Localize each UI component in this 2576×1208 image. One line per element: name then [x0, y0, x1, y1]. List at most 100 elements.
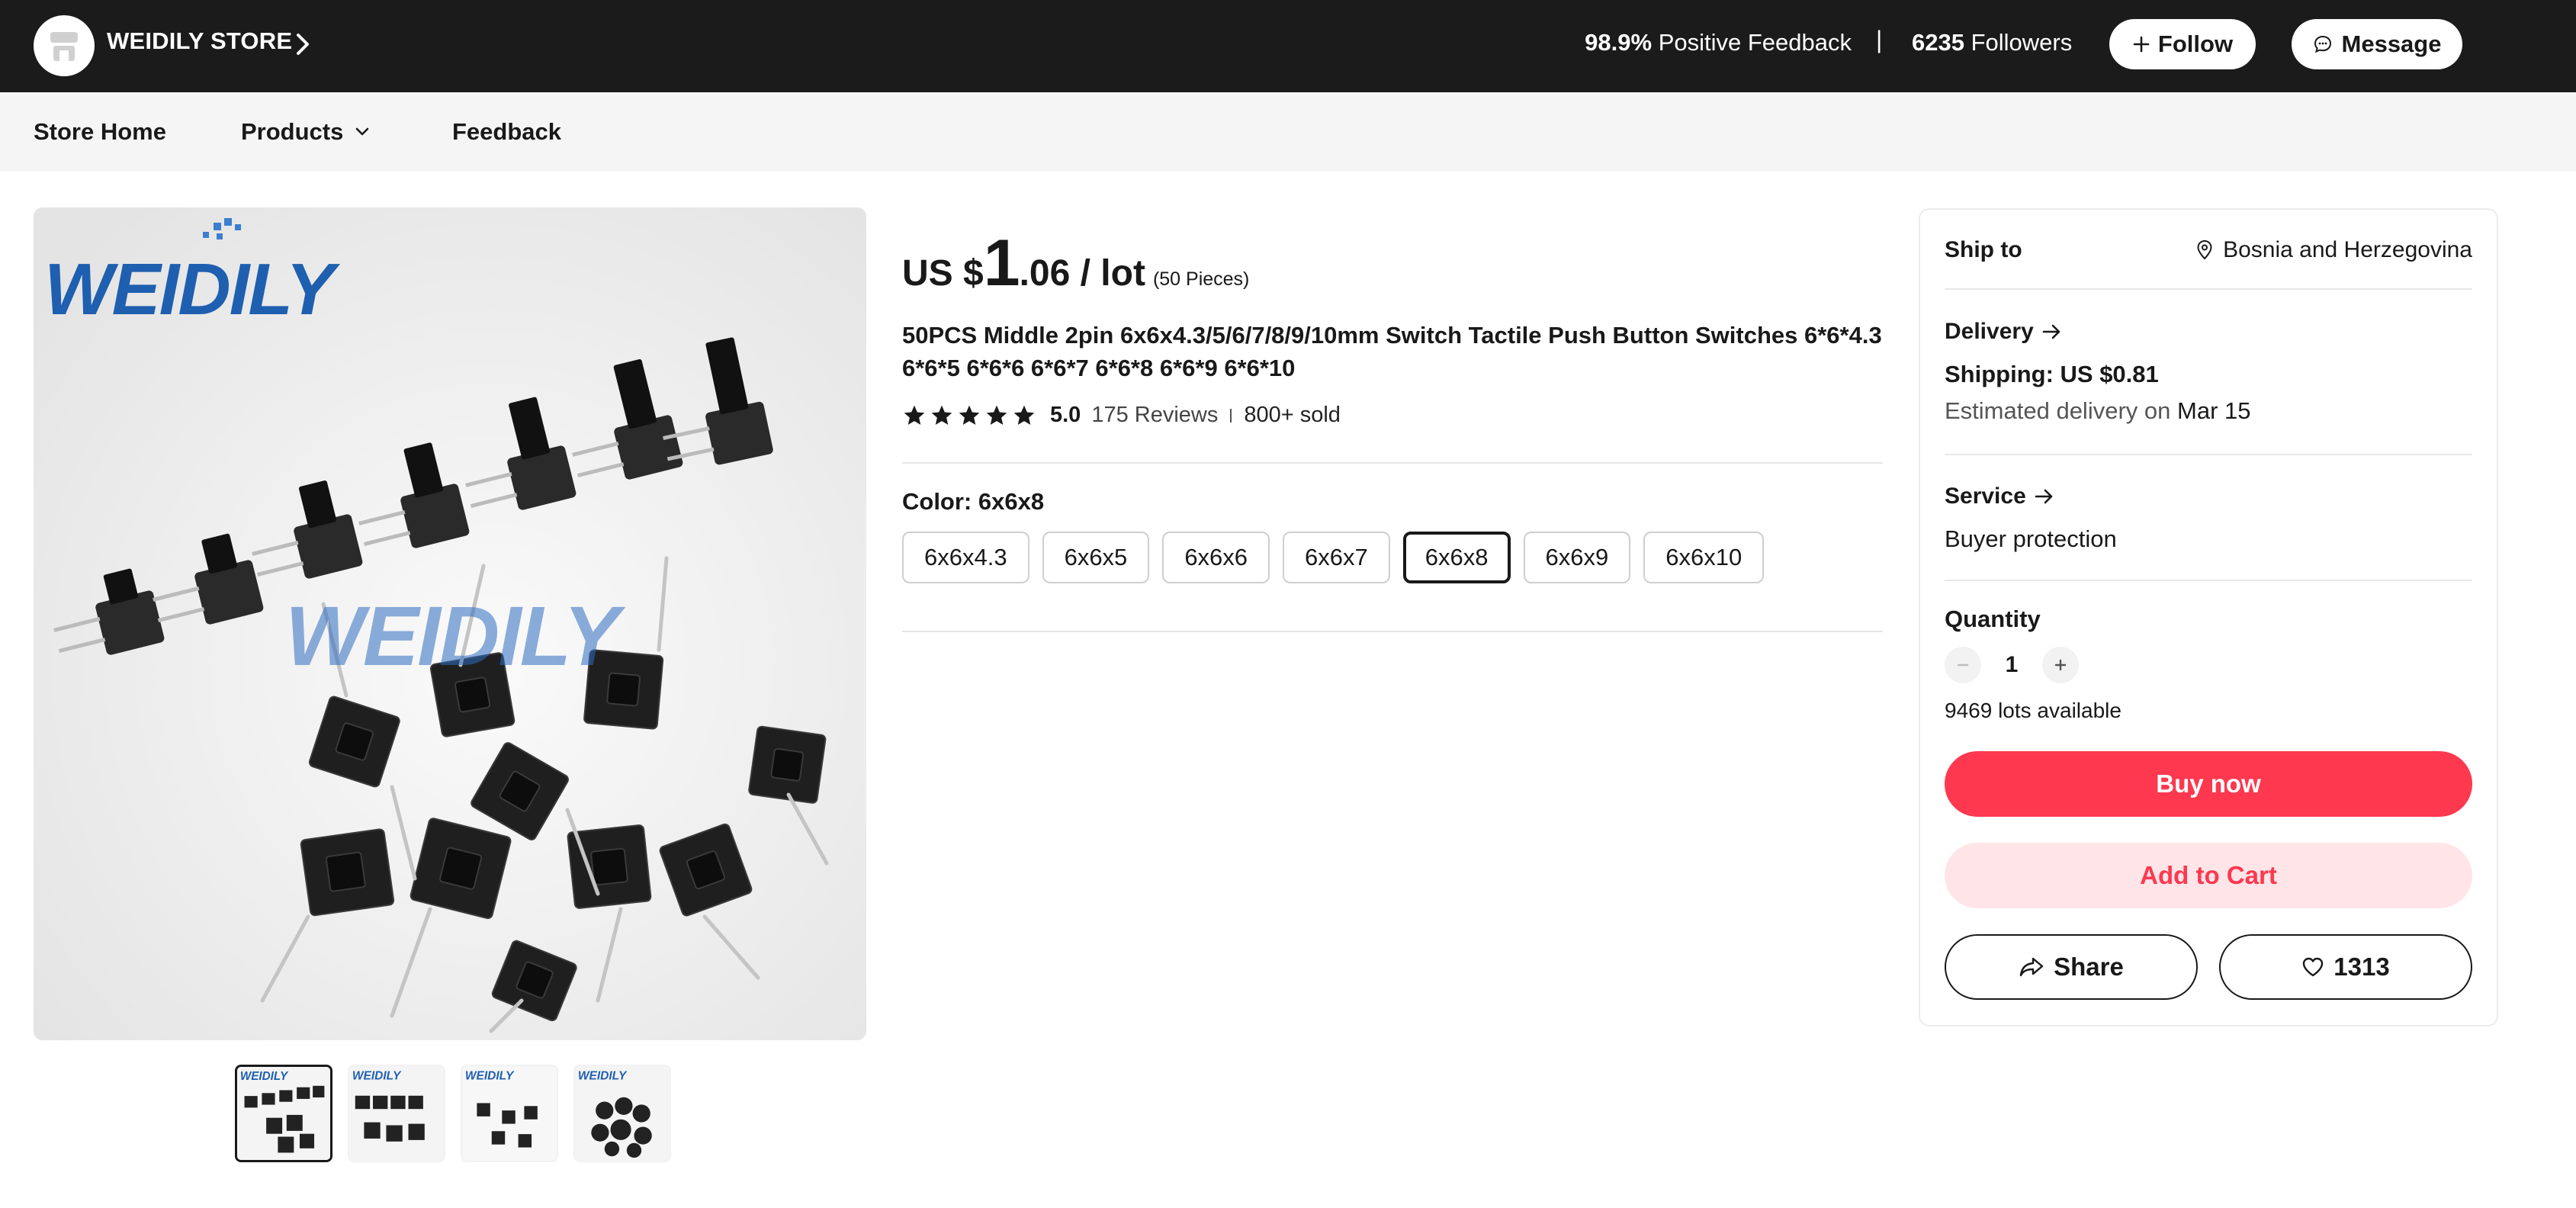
price-pieces-note: (50 Pieces): [1152, 268, 1250, 290]
estimated-delivery: Estimated delivery on Mar 15: [1945, 397, 2250, 425]
rating-score: 5.0: [1050, 403, 1081, 427]
nav-feedback[interactable]: Feedback: [452, 118, 561, 146]
chevron-down-icon: [356, 127, 369, 136]
header-separator: |: [1876, 26, 1883, 53]
follow-button[interactable]: Follow: [2109, 19, 2256, 69]
purchase-panel: Ship to Bosnia and Herzegovina Delivery …: [1919, 208, 2498, 1026]
svg-text:WEIDILY: WEIDILY: [465, 1069, 515, 1082]
option-6x6x7[interactable]: 6x6x7: [1283, 532, 1390, 583]
service-link[interactable]: Service: [1945, 484, 2055, 509]
followers-count: 6235: [1912, 29, 1964, 56]
option-6x6x4-3[interactable]: 6x6x4.3: [902, 532, 1029, 583]
option-6x6x9[interactable]: 6x6x9: [1523, 532, 1631, 583]
wishlist-button[interactable]: 1313: [2219, 934, 2472, 1000]
svg-text:WEIDILY: WEIDILY: [352, 1069, 402, 1082]
chevron-right-icon[interactable]: [293, 29, 314, 59]
star-icon: [904, 405, 925, 425]
plus-icon: [2133, 36, 2150, 53]
store-header: WEIDILY STORE 98.9% Positive Feedback | …: [0, 0, 2576, 92]
thumbnail-4[interactable]: WEIDILY: [573, 1065, 671, 1162]
product-title: 50PCS Middle 2pin 6x6x4.3/5/6/7/8/9/10mm…: [902, 322, 1882, 381]
store-logo[interactable]: [34, 15, 95, 76]
star-icon: [986, 405, 1007, 425]
sold-count: 800+ sold: [1244, 403, 1341, 427]
nav-products[interactable]: Products: [241, 118, 371, 146]
quantity-increase-button[interactable]: [2042, 647, 2079, 683]
nav-store-home[interactable]: Store Home: [34, 118, 166, 146]
delivery-link[interactable]: Delivery: [1945, 319, 2063, 345]
star-icon: [1013, 405, 1035, 425]
thumbnail-image: WEIDILY: [237, 1067, 330, 1160]
product-price: US $1.06 / lot (50 Pieces): [902, 226, 1249, 301]
thumbnail-image: WEIDILY: [575, 1066, 670, 1161]
option-6x6x10[interactable]: 6x6x10: [1643, 532, 1765, 583]
price-currency: US $: [902, 253, 984, 294]
divider: [902, 631, 1883, 632]
thumbnail-image: WEIDILY: [349, 1066, 444, 1161]
option-label: 6x6x10: [1665, 544, 1742, 570]
option-label: 6x6x6: [1184, 544, 1248, 570]
wishlist-count: 1313: [2333, 953, 2390, 981]
plus-icon: [2054, 659, 2067, 671]
message-button[interactable]: Message: [2292, 19, 2462, 69]
brand-logo-text: WEIDILY: [44, 249, 341, 330]
lots-available: 9469 lots available: [1945, 699, 2122, 722]
share-arrow-icon: [2019, 957, 2044, 977]
store-avatar-icon: [50, 32, 78, 61]
nav-products-label: Products: [241, 118, 344, 145]
chat-bubble-icon: [2314, 35, 2331, 53]
share-button[interactable]: Share: [1945, 934, 2198, 1000]
product-photo: WEIDILY WEIDILY: [34, 207, 866, 1040]
service-label: Service: [1945, 484, 2026, 509]
ship-to-label: Ship to: [1945, 237, 2022, 262]
feedback-percent: 98.9%: [1585, 29, 1653, 56]
followers: 6235 Followers: [1912, 29, 2072, 56]
option-label: 6x6x9: [1545, 544, 1609, 570]
quantity-decrease-button[interactable]: [1945, 647, 1981, 683]
ship-to-location-text: Bosnia and Herzegovina: [2223, 237, 2472, 262]
est-prefix: Estimated delivery on: [1945, 397, 2171, 424]
store-nav: Store Home Products Feedback: [0, 92, 2576, 172]
thumbnail-2[interactable]: WEIDILY: [348, 1065, 445, 1162]
option-label: 6x6x8: [1425, 544, 1489, 570]
svg-text:WEIDILY: WEIDILY: [240, 1070, 289, 1083]
thumbnail-3[interactable]: WEIDILY: [461, 1065, 558, 1162]
followers-label: Followers: [1971, 29, 2073, 56]
svg-text:WEIDILY: WEIDILY: [285, 590, 626, 683]
main-product-image[interactable]: WEIDILY WEIDILY: [34, 207, 866, 1040]
reviews-link[interactable]: 175 Reviews: [1091, 403, 1218, 428]
quantity-stepper: 1: [1945, 647, 2079, 683]
thumbnail-1[interactable]: WEIDILY: [235, 1065, 332, 1162]
option-label: 6x6x7: [1305, 544, 1368, 570]
est-date: Mar 15: [2177, 397, 2251, 424]
shipping-cost: Shipping: US $0.81: [1945, 361, 2159, 387]
buyer-protection: Buyer protection: [1945, 525, 2117, 552]
panel-divider: [1945, 288, 2472, 290]
option-6x6x5[interactable]: 6x6x5: [1042, 532, 1150, 583]
buy-now-button[interactable]: Buy now: [1945, 751, 2472, 817]
option-6x6x6[interactable]: 6x6x6: [1162, 532, 1270, 583]
share-label: Share: [2054, 953, 2124, 981]
option-6x6x8[interactable]: 6x6x8: [1402, 532, 1511, 583]
nav-feedback-label: Feedback: [452, 118, 562, 145]
ship-to-location[interactable]: Bosnia and Herzegovina: [2195, 237, 2472, 263]
quantity-label: Quantity: [1945, 606, 2041, 632]
rating-row: 5.0 175 Reviews 800+ sold: [902, 403, 1341, 428]
thumbnail-strip: WEIDILY WEIDILY WEIDILY WEIDILY: [235, 1065, 671, 1162]
option-label: 6x6x4.3: [924, 544, 1007, 570]
star-rating[interactable]: [902, 403, 1036, 428]
add-to-cart-button[interactable]: Add to Cart: [1945, 843, 2472, 908]
delivery-label: Delivery: [1945, 319, 2034, 344]
color-label: Color: 6x6x8: [902, 488, 1045, 515]
feedback-label: Positive Feedback: [1658, 29, 1852, 56]
rating-separator: [1230, 408, 1232, 422]
price-whole: 1: [983, 226, 1020, 300]
arrow-right-icon: [2042, 324, 2060, 339]
divider: [902, 462, 1883, 464]
quantity-value[interactable]: 1: [2003, 652, 2021, 678]
message-label: Message: [2341, 31, 2442, 57]
arrow-right-icon: [2035, 489, 2053, 504]
minus-icon: [1957, 663, 1969, 667]
store-name[interactable]: WEIDILY STORE: [107, 27, 292, 55]
panel-divider: [1945, 580, 2472, 581]
